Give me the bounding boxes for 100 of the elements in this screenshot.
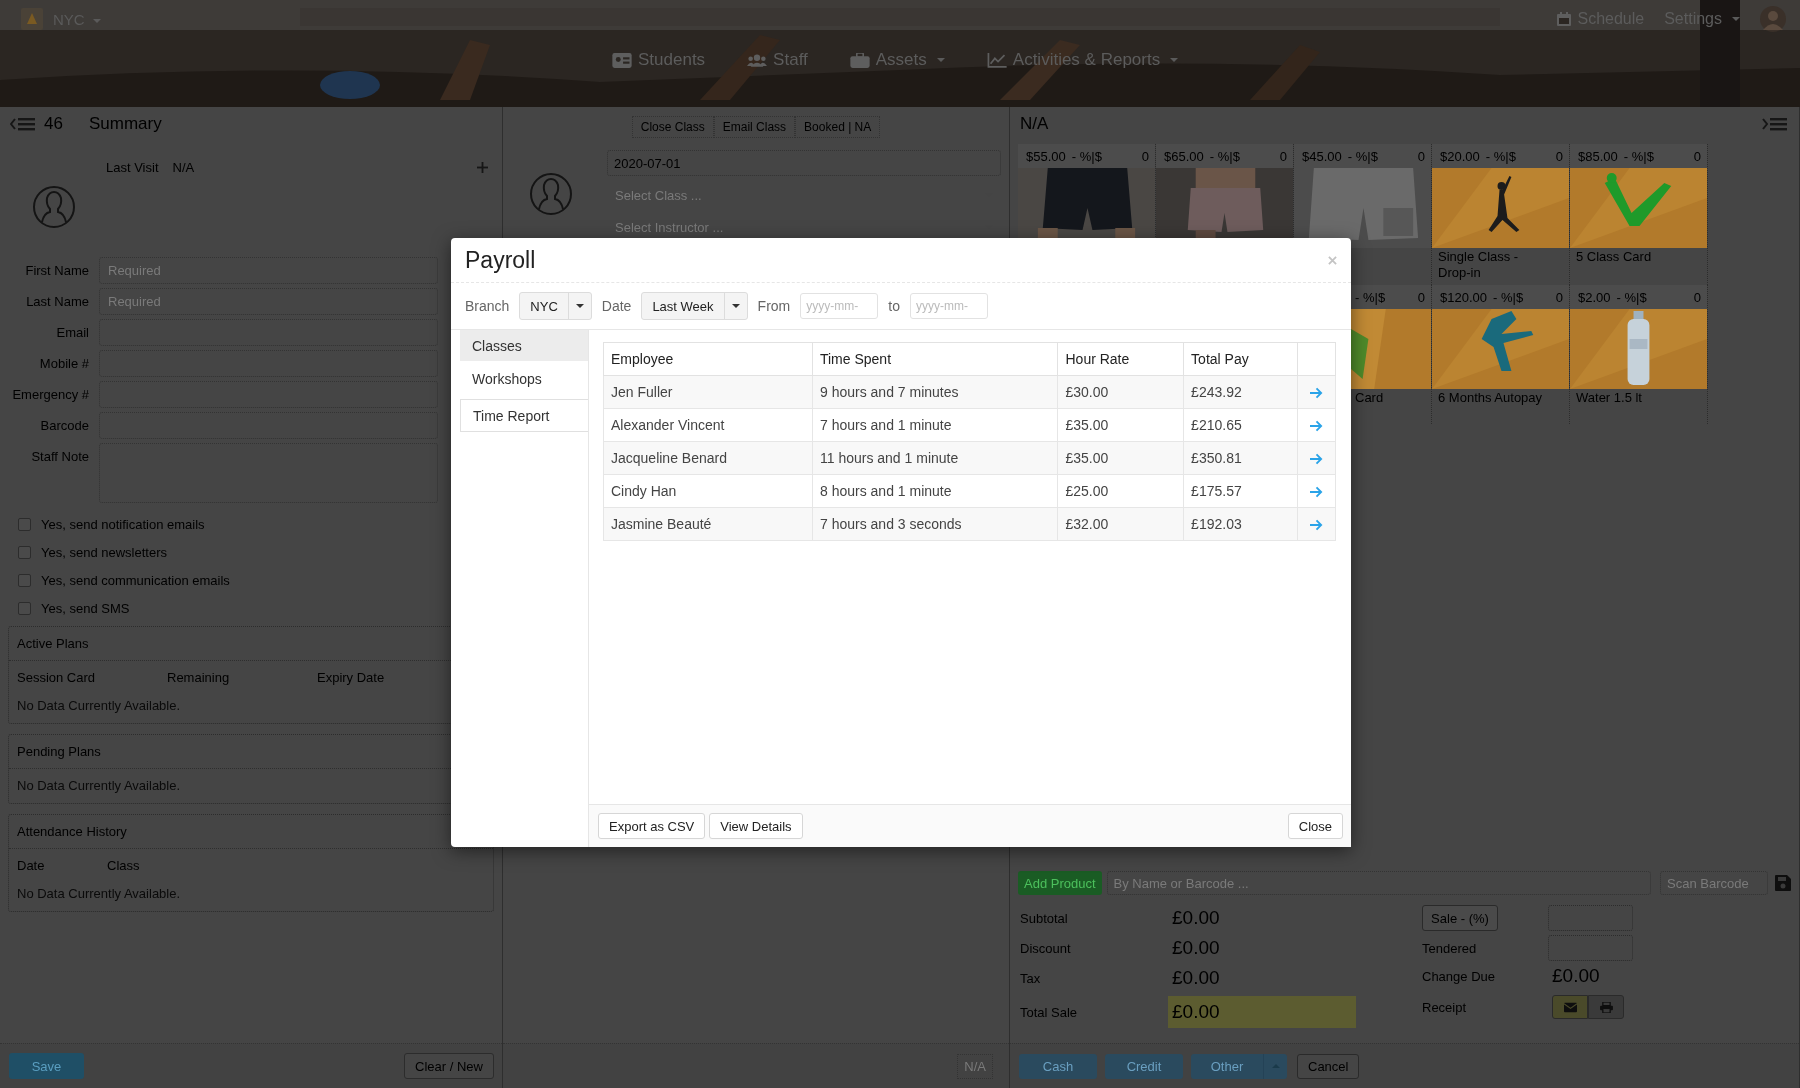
checkbox-label: Yes, send notification emails: [41, 517, 205, 532]
save-button[interactable]: Save: [9, 1053, 84, 1079]
printer-icon: [1599, 1001, 1613, 1013]
list-toggle-icon[interactable]: [1762, 115, 1788, 132]
to-date-field[interactable]: yyyy-mm-: [909, 293, 988, 319]
arrow-right-icon[interactable]: [1310, 486, 1324, 499]
checkbox-label: Yes, send communication emails: [41, 573, 230, 588]
save-icon[interactable]: [1775, 875, 1791, 891]
field-label: Mobile #: [38, 355, 89, 371]
field-label: First Name: [24, 262, 89, 278]
table-cell: £210.65: [1183, 408, 1298, 442]
filter-label: From: [757, 298, 791, 314]
empty-message: No Data Currently Available.: [16, 885, 182, 903]
product-name: 6 Months Autopay: [1437, 389, 1544, 407]
arrow-right-icon[interactable]: [1310, 519, 1324, 532]
avatar-icon[interactable]: [1760, 6, 1786, 32]
table-cell: £30.00: [1058, 375, 1184, 409]
arrow-right-icon[interactable]: [1310, 420, 1324, 433]
nav-link[interactable]: Students: [612, 50, 706, 70]
dialog-button[interactable]: Export as CSV: [598, 813, 706, 839]
class-action-button[interactable]: Booked | NA: [795, 116, 881, 138]
checkbox-label: Yes, send newsletters: [41, 545, 167, 560]
payment-button[interactable]: Cash: [1019, 1053, 1097, 1079]
class-action-button[interactable]: Email Class: [713, 116, 796, 138]
table-cell: Alexander Vincent: [603, 408, 813, 442]
last-visit-label: Last Visit: [106, 160, 159, 175]
user-avatar-icon: [529, 172, 573, 216]
quantity: 0: [1693, 289, 1701, 305]
table-cell: £350.81: [1183, 441, 1298, 475]
product-price: $85.00: [1578, 148, 1618, 164]
checkbox[interactable]: [18, 518, 31, 531]
payment-button[interactable]: Credit: [1105, 1053, 1183, 1079]
total-label: Tax: [1019, 970, 1042, 986]
checkbox[interactable]: [18, 574, 31, 587]
plus-icon[interactable]: [477, 162, 488, 173]
print-receipt-button[interactable]: [1588, 995, 1624, 1019]
total-label: Total Sale: [1019, 1004, 1079, 1020]
close-button[interactable]: Close: [1287, 813, 1343, 839]
clear-button[interactable]: Clear / New: [404, 1053, 494, 1079]
date-field[interactable]: 2020-07-01: [607, 150, 1001, 176]
payment-button[interactable]: Other: [1191, 1053, 1263, 1079]
product-price: $2.00: [1578, 289, 1611, 305]
field-label: Barcode: [39, 417, 89, 433]
total-label: Subtotal: [1019, 910, 1069, 926]
total-value: £0.00: [1171, 967, 1220, 989]
discount-field[interactable]: [1548, 905, 1633, 931]
column-header: Session Card: [17, 670, 97, 685]
payment-options-button[interactable]: [1263, 1053, 1287, 1079]
panel-title: N/A: [1020, 113, 1049, 134]
product-tile[interactable]: $2.00 - %|$ 0 Water 1.5 lt: [1570, 285, 1708, 424]
quantity: 0: [1279, 148, 1287, 164]
product-tile[interactable]: $20.00 - %|$ 0 Single Class - Drop-in: [1432, 144, 1570, 285]
nav-link[interactable]: Activities & Reports: [986, 50, 1179, 70]
checkbox[interactable]: [18, 602, 31, 615]
nav-link[interactable]: Staff: [747, 50, 808, 70]
table-cell: Cindy Han: [603, 474, 813, 508]
report-tab[interactable]: Workshops: [460, 363, 588, 394]
branch-select[interactable]: NYC: [519, 292, 592, 320]
checkbox[interactable]: [18, 546, 31, 559]
date-range-select[interactable]: Last Week: [641, 292, 748, 320]
tendered-label: Tendered: [1422, 940, 1478, 956]
column-header: Expiry Date: [317, 670, 386, 685]
field-label: Email: [55, 324, 89, 340]
arrow-right-icon[interactable]: [1310, 387, 1324, 400]
product-tile[interactable]: $120.00 - %|$ 0 6 Months Autopay: [1432, 285, 1570, 424]
from-date-field[interactable]: yyyy-mm-: [800, 293, 879, 319]
list-toggle-icon[interactable]: [10, 115, 36, 132]
email-receipt-button[interactable]: [1552, 995, 1588, 1019]
class-action-button[interactable]: Close Class: [631, 116, 714, 138]
product-price: $65.00: [1164, 148, 1204, 164]
settings-menu[interactable]: Settings: [1664, 10, 1740, 28]
discount-label: - %|$: [1616, 289, 1647, 305]
nav-link[interactable]: Assets: [849, 50, 945, 70]
arrow-right-icon[interactable]: [1310, 453, 1324, 466]
product-name: Card: [1354, 389, 1385, 407]
table-cell: Jacqueline Benard: [603, 441, 813, 475]
cancel-button[interactable]: Cancel: [1297, 1053, 1360, 1079]
filter-label: Branch: [465, 298, 510, 314]
table-cell: £25.00: [1058, 474, 1184, 508]
empty-message: No Data Currently Available.: [16, 777, 182, 795]
report-tab[interactable]: Time Report: [460, 399, 588, 432]
dialog-button[interactable]: View Details: [709, 813, 803, 839]
users-icon: [747, 52, 768, 68]
product-tile[interactable]: $85.00 - %|$ 0 5 Class Card: [1570, 144, 1708, 285]
calendar-icon: [1557, 12, 1572, 26]
table-cell: 7 hours and 3 seconds: [812, 507, 1058, 541]
add-product-button[interactable]: Add Product: [1018, 871, 1102, 895]
logo-icon[interactable]: [21, 8, 43, 30]
tendered-field[interactable]: [1548, 935, 1633, 961]
product-price: $55.00: [1026, 148, 1066, 164]
table-cell: 7 hours and 1 minute: [812, 408, 1058, 442]
column-header: Total Pay: [1183, 342, 1298, 376]
sale-discount-button[interactable]: Sale - (%): [1422, 905, 1498, 931]
status-field: N/A: [957, 1053, 993, 1079]
table-cell: 11 hours and 1 minute: [812, 441, 1058, 475]
report-tab[interactable]: Classes: [460, 330, 588, 361]
close-icon[interactable]: [1328, 255, 1337, 265]
discount-label: - %|$: [1623, 148, 1654, 164]
field-label: Last Name: [25, 293, 89, 309]
table-cell: Jasmine Beauté: [603, 507, 813, 541]
